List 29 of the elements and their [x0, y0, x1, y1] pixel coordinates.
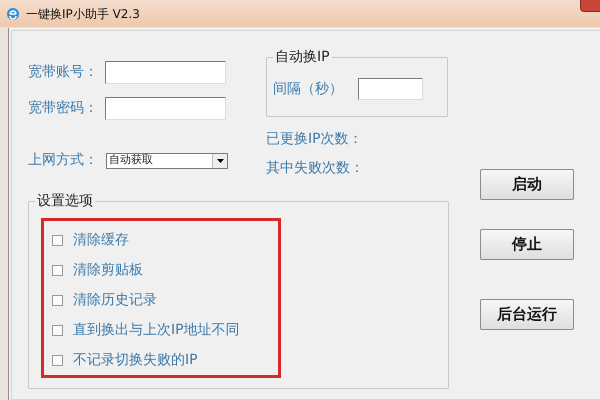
group-title: 自动换IP	[273, 48, 332, 66]
close-button[interactable]	[580, 0, 600, 12]
option-label: 直到换出与上次IP地址不同	[73, 320, 240, 340]
field-label: 宽带密码：	[28, 99, 99, 118]
checkbox[interactable]	[52, 264, 63, 276]
field-label: 间隔（秒）	[273, 80, 344, 98]
group-title: 设置选项	[35, 192, 95, 210]
stat-label: 已更换IP次数：	[266, 130, 363, 149]
checkbox[interactable]	[52, 354, 63, 366]
dropdown-arrow-icon	[216, 158, 224, 162]
option-label: 清除剪贴板	[73, 260, 143, 280]
option-label: 清除缓存	[73, 230, 129, 250]
app-icon	[6, 6, 20, 20]
option-label: 清除历史记录	[73, 290, 157, 310]
stat-label: 其中失败次数：	[266, 159, 364, 178]
password-field[interactable]	[105, 97, 226, 120]
checkbox[interactable]	[52, 294, 63, 306]
checkbox[interactable]	[52, 324, 63, 336]
action-button[interactable]: 后台运行	[480, 299, 574, 330]
account-field[interactable]	[105, 61, 226, 84]
field-label: 宽带账号：	[28, 63, 99, 82]
action-button[interactable]: 启动	[480, 169, 574, 200]
field-label: 上网方式：	[28, 151, 99, 170]
interval-field[interactable]	[358, 78, 423, 100]
action-button[interactable]: 停止	[480, 229, 574, 260]
connection-dropdown[interactable]: 自动获取	[106, 152, 228, 168]
option-label: 不记录切换失败的IP	[73, 350, 198, 370]
window-title: 一键换IP小助手 V2.3	[26, 6, 140, 22]
checkbox[interactable]	[52, 234, 63, 246]
